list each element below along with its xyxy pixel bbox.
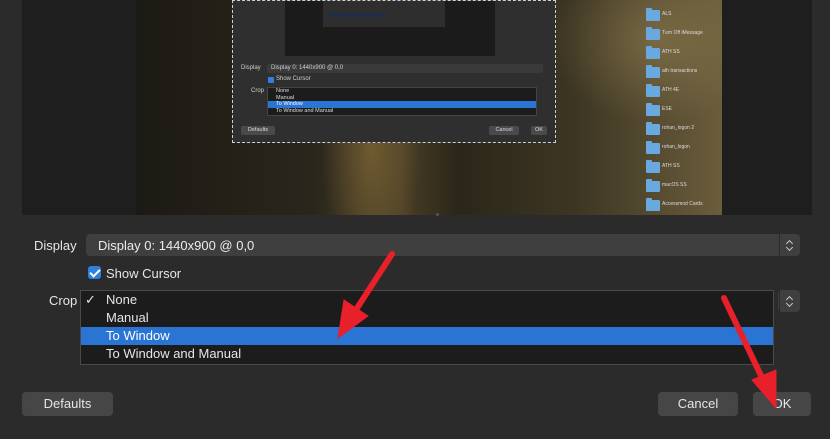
desktop-item-label: ALS <box>662 11 672 17</box>
captured-display-field: Display 0: 1440x900 @ 0,0 <box>267 64 543 73</box>
source-preview: Display Display 0: 1440x900 @ 0,0 Show C… <box>22 0 812 216</box>
captured-ok-button: OK <box>531 126 547 135</box>
display-select-value: Display 0: 1440x900 @ 0,0 <box>98 238 255 253</box>
desktop-item: Accessmod Cards <box>644 198 720 220</box>
desktop-capture: Display Display 0: 1440x900 @ 0,0 Show C… <box>136 0 722 215</box>
folder-icon <box>646 103 660 116</box>
captured-preview-pane <box>285 1 495 56</box>
crop-dropdown-menu[interactable]: ✓ None Manual To Window To Window and Ma… <box>80 290 774 365</box>
desktop-item-label: ESE <box>662 106 673 112</box>
ok-button[interactable]: OK <box>753 392 811 416</box>
captured-preview-inner <box>323 1 445 27</box>
crop-option-label: None <box>106 292 138 307</box>
display-label: Display <box>34 238 77 253</box>
folder-icon <box>646 160 660 173</box>
captured-display-value: Display 0: 1440x900 @ 0,0 <box>271 65 344 71</box>
show-cursor-label[interactable]: Show Cursor <box>106 266 181 281</box>
captured-show-cursor-checkbox <box>268 77 274 83</box>
captured-cancel-button: Cancel <box>489 126 519 135</box>
folder-icon <box>646 179 660 192</box>
desktop-item-label: ATH SS <box>662 163 680 169</box>
captured-defaults-button: Defaults <box>241 126 275 135</box>
crop-option-to-window-and-manual[interactable]: To Window and Manual <box>81 345 773 363</box>
crop-option-label: To Window and Manual <box>106 346 242 361</box>
desktop-item-label: ATH 4E <box>662 87 680 93</box>
folder-icon <box>646 84 660 97</box>
folder-icon <box>646 8 660 21</box>
crop-option-to-window[interactable]: To Window <box>81 327 773 345</box>
show-cursor-checkbox[interactable] <box>88 266 101 279</box>
crop-select-chevron[interactable] <box>778 290 800 312</box>
captured-crop-list: None Manual To Window To Window and Manu… <box>267 87 537 116</box>
captured-crop-option: To Window and Manual <box>276 107 334 114</box>
cancel-button[interactable]: Cancel <box>658 392 738 416</box>
crop-option-label: To Window <box>106 328 170 343</box>
desktop-item-label: macOS SS <box>662 182 687 188</box>
resize-handle-icon[interactable] <box>436 213 439 216</box>
folder-icon <box>646 141 660 154</box>
crop-option-none[interactable]: ✓ None <box>81 291 773 309</box>
captured-properties-dialog: Display Display 0: 1440x900 @ 0,0 Show C… <box>232 0 556 143</box>
crop-option-manual[interactable]: Manual <box>81 309 773 327</box>
display-select[interactable]: Display 0: 1440x900 @ 0,0 <box>86 234 800 256</box>
desktop-item-label: ATH SS <box>662 49 680 55</box>
updown-chevron-icon[interactable] <box>779 290 800 312</box>
captured-display-label: Display <box>241 65 261 71</box>
folder-icon <box>646 46 660 59</box>
folder-icon <box>646 198 660 211</box>
checkmark-icon: ✓ <box>85 292 96 307</box>
crop-option-label: Manual <box>106 310 149 325</box>
desktop-item-label: rohan_logon <box>662 144 690 150</box>
desktop-item-label: ath transactions <box>662 68 698 74</box>
desktop-item-label: Accessmod Cards <box>662 201 703 207</box>
folder-icon <box>646 65 660 78</box>
folder-icon <box>646 27 660 40</box>
folder-icon <box>646 122 660 135</box>
desktop-item-label: Turn Off iMessage <box>662 30 703 36</box>
defaults-button[interactable]: Defaults <box>22 392 113 416</box>
captured-crop-label: Crop <box>251 88 265 94</box>
captured-preview-bar <box>327 13 387 17</box>
desktop-item-label: rohan_logon 2 <box>662 125 694 131</box>
crop-label: Crop <box>49 293 78 308</box>
updown-chevron-icon[interactable] <box>779 234 800 256</box>
captured-show-cursor-label: Show Cursor <box>276 76 311 82</box>
desktop-icon-column: ALS Turn Off iMessage ATH SS ath transactio… <box>644 0 720 215</box>
